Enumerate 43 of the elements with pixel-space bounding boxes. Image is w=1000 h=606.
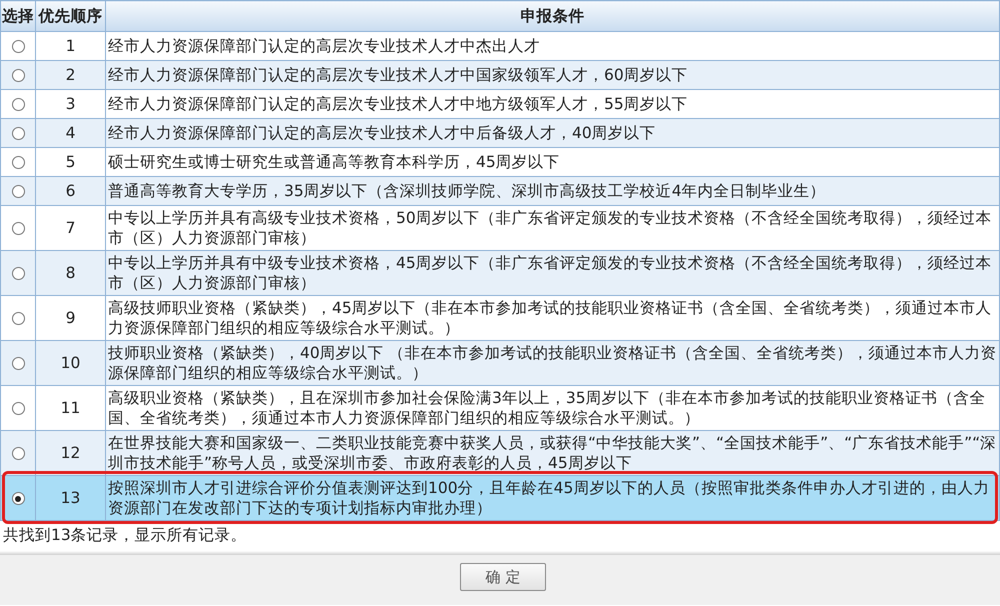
table-cell: 6 (36, 176, 106, 206)
column-header: 优先顺序 (36, 0, 106, 32)
radio-button[interactable] (12, 156, 24, 170)
table-cell: 经市人力资源保障部门认定的高层次专业技术人才中后备级人才，40周岁以下 (106, 118, 1000, 148)
table-cell: 技师职业资格（紧缺类），40周岁以下 （非在本市参加考试的技能职业资格证书（含全国、全省统考类），须通过本市人力资源保障部门组织的相应等级综合水平测试。） (106, 340, 1000, 386)
table-cell: 经市人力资源保障部门认定的高层次专业技术人才中国家级领军人才，60周岁以下 (106, 60, 1000, 90)
table-cell: 4 (36, 118, 106, 148)
radio-button[interactable] (12, 222, 24, 236)
table-cell: 7 (36, 206, 106, 250)
confirm-button[interactable]: 确 定 (460, 563, 546, 591)
table-cell: 经市人力资源保障部门认定的高层次专业技术人才中杰出人才 (106, 32, 1000, 60)
table-cell: 9 (36, 296, 106, 340)
table-cell: 13 (36, 476, 106, 520)
radio-button[interactable] (12, 40, 24, 54)
table-cell: 按照深圳市人才引进综合评价分值表测评达到100分，且年龄在45周岁以下的人员（按照审批类条件申办人才引进的，由人力资源部门在发改部门下达的专项计划指标内审批办理） (106, 476, 1000, 520)
radio-button[interactable] (12, 402, 24, 416)
radio-button[interactable] (12, 447, 24, 460)
column-header: 选择 (0, 0, 36, 32)
table-cell: 2 (36, 60, 106, 90)
table-cell: 高级技师职业资格（紧缺类），45周岁以下（非在本市参加考试的技能职业资格证书（含全国、全省统考类），须通过本市人力资源保障部门组织的相应等级综合水平测试。） (106, 296, 1000, 340)
column-header: 申报条件 (106, 0, 1000, 32)
radio-button[interactable] (12, 267, 24, 280)
radio-button[interactable] (12, 127, 24, 140)
table-cell: 8 (36, 250, 106, 296)
table-cell: 在世界技能大赛和国家级一、二类职业技能竞赛中获奖人员，或获得“中华技能大奖”、“全国技术能手”、“广东省技术能手”“深圳市技术能手”称号人员，或受深圳市委、市政府表彰的人员，45周岁以下 (106, 430, 1000, 476)
table-cell: 硕士研究生或博士研究生或普通高等教育本科学历，45周岁以下 (106, 148, 1000, 176)
radio-button[interactable] (12, 185, 24, 198)
radio-button[interactable] (12, 69, 24, 82)
table-cell: 10 (36, 340, 106, 386)
radio-button[interactable] (12, 98, 24, 112)
table-cell: 经市人力资源保障部门认定的高层次专业技术人才中地方级领军人才，55周岁以下 (106, 90, 1000, 118)
table-cell: 普通高等教育大专学历，35周岁以下（含深圳技师学院、深圳市高级技工学校近4年内全日制毕业生） (106, 176, 1000, 206)
table-cell: 5 (36, 148, 106, 176)
radio-button[interactable] (12, 312, 24, 326)
radio-button[interactable] (12, 357, 24, 370)
table-cell: 1 (36, 32, 106, 60)
table-cell: 中专以上学历并具有中级专业技术资格，45周岁以下（非广东省评定颁发的专业技术资格（不含经全国统考取得），须经过本市（区）人力资源部门审核） (106, 250, 1000, 296)
table-cell: 中专以上学历并具有高级专业技术资格，50周岁以下（非广东省评定颁发的专业技术资格（不含经全国统考取得），须经过本市（区）人力资源部门审核） (106, 206, 1000, 250)
radio-button[interactable] (12, 492, 24, 506)
table-cell: 高级职业资格（紧缺类），且在深圳市参加社会保险满3年以上，35周岁以下（非在本市参加考试的技能职业资格证书（含全国、全省统考类），须通过本市人力资源保障部门组织的相应等级综合水平测试。） (106, 386, 1000, 430)
table-cell: 11 (36, 386, 106, 430)
table-cell: 12 (36, 430, 106, 476)
table-cell: 3 (36, 90, 106, 118)
